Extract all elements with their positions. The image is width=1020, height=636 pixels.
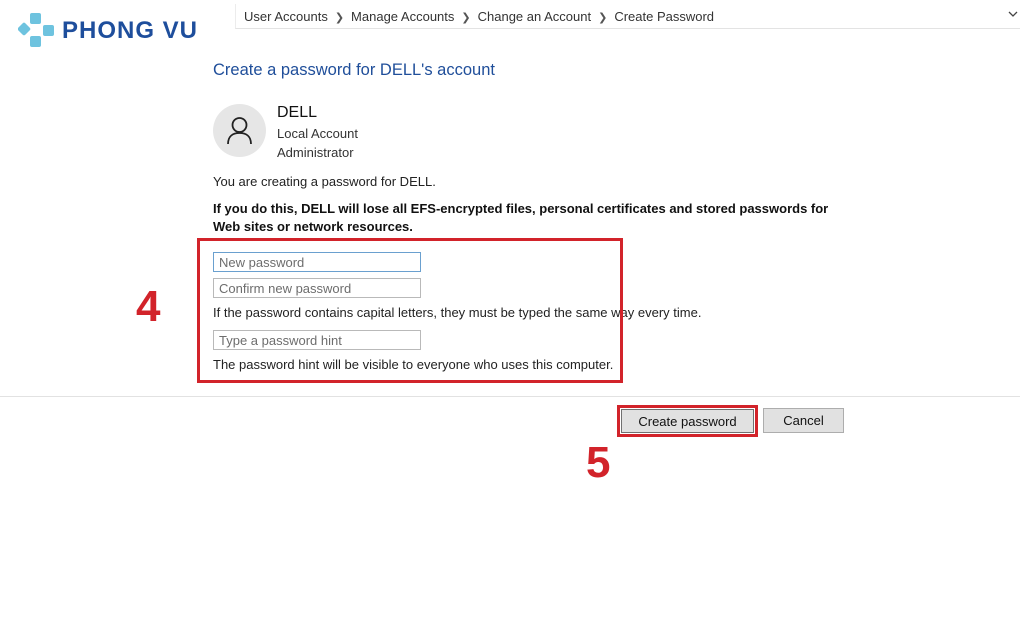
cancel-button[interactable]: Cancel	[763, 408, 844, 433]
account-name: DELL	[277, 104, 318, 121]
breadcrumb-create-password[interactable]: Create Password	[614, 9, 714, 24]
address-bar[interactable]: User Accounts ❯ Manage Accounts ❯ Change an …	[235, 4, 1020, 29]
breadcrumb: User Accounts ❯ Manage Accounts ❯ Change an …	[244, 9, 714, 24]
page-title: Create a password for DELL's account	[213, 61, 495, 79]
annotation-step-5: 5	[586, 438, 611, 487]
annotation-step-4: 4	[136, 282, 161, 331]
user-icon	[227, 117, 252, 145]
account-type: Local Account	[277, 126, 358, 141]
logo-mark-icon	[18, 13, 54, 47]
chevron-down-icon[interactable]	[1007, 8, 1019, 20]
phong-vu-logo: PHONG VU	[18, 12, 223, 50]
breadcrumb-change-an-account[interactable]: Change an Account	[478, 9, 591, 24]
annotation-box-step-5	[617, 405, 758, 437]
chevron-right-icon: ❯	[334, 12, 345, 24]
account-role: Administrator	[277, 145, 354, 160]
chevron-right-icon: ❯	[461, 12, 471, 24]
chevron-right-icon: ❯	[598, 12, 608, 24]
info-message: You are creating a password for DELL.	[213, 174, 436, 189]
annotation-box-step-4	[197, 238, 623, 383]
avatar	[213, 104, 266, 157]
logo-text: PHONG VU	[62, 17, 199, 44]
breadcrumb-manage-accounts[interactable]: Manage Accounts	[351, 9, 454, 24]
warning-message: If you do this, DELL will lose all EFS-e…	[213, 201, 829, 234]
divider	[0, 396, 1020, 397]
breadcrumb-user-accounts[interactable]: User Accounts	[244, 9, 328, 24]
